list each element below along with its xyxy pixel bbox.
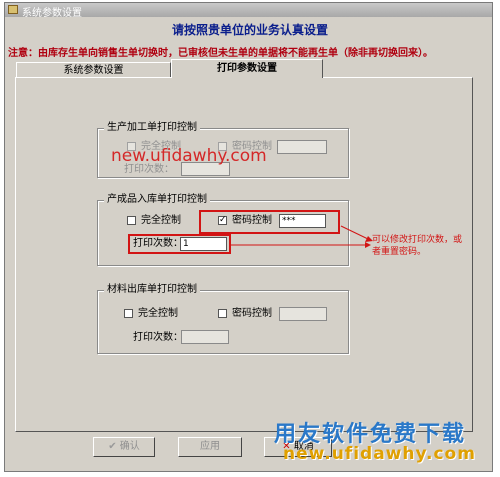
material-password-control-label: 密码控制 <box>232 308 272 319</box>
group-title: 材料出库单打印控制 <box>104 284 200 296</box>
watermark-center: new.ufidawhy.com <box>111 146 267 166</box>
material-password-control-checkbox[interactable] <box>218 309 227 318</box>
material-full-control-label: 完全控制 <box>138 308 178 319</box>
material-password-input[interactable] <box>279 307 327 321</box>
annotation-callout: 可以修改打印次数，或者重置密码。 <box>372 235 463 257</box>
material-print-count-label: 打印次数： <box>133 332 183 343</box>
material-print-count-input[interactable] <box>181 330 229 344</box>
apply-button[interactable]: 应用 <box>178 437 242 457</box>
material-full-control-checkbox[interactable] <box>124 309 133 318</box>
group-material-out-print: 材料出库单打印控制 <box>97 284 349 354</box>
confirm-button[interactable]: ✔ 确认 <box>93 437 155 457</box>
watermark-site: new.ufidawhy.com <box>283 444 476 464</box>
checkmark-icon: ✔ <box>108 441 117 452</box>
